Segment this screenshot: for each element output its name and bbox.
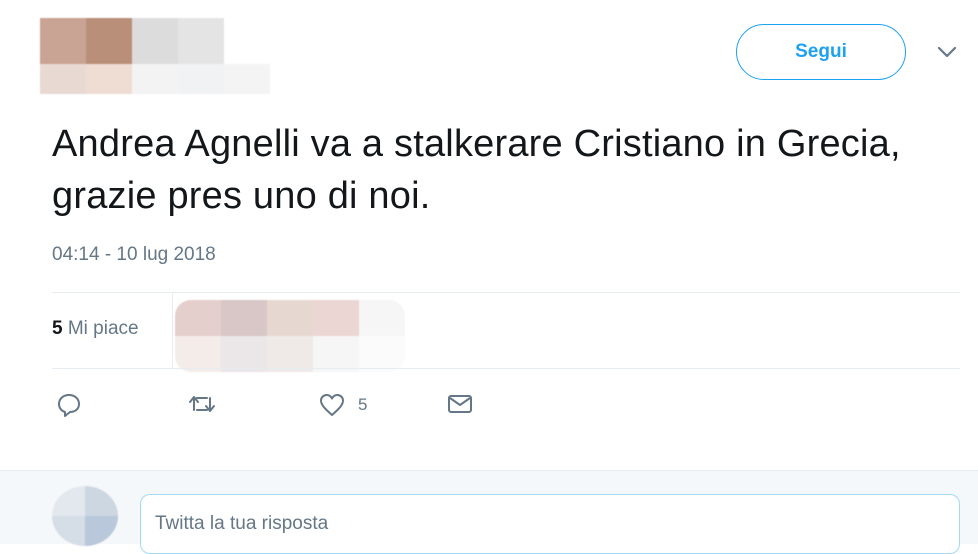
divider <box>52 292 960 293</box>
follow-button[interactable]: Segui <box>736 24 906 80</box>
tweet-card: Segui Andrea Agnelli va a stalkerare Cri… <box>0 0 978 470</box>
heart-icon <box>320 394 344 416</box>
tweet-text: Andrea Agnelli va a stalkerare Cristiano… <box>52 123 901 217</box>
likes-stat[interactable]: 5 Mi piace <box>52 318 139 340</box>
divider <box>52 368 960 369</box>
blurred-liker-avatars <box>175 300 405 372</box>
direct-message-button[interactable] <box>446 392 474 416</box>
like-button[interactable]: 5 <box>318 392 367 418</box>
blurred-reply-avatar <box>52 486 118 546</box>
vertical-divider <box>172 293 173 368</box>
like-count: 5 <box>358 395 368 414</box>
retweet-button[interactable] <box>188 392 216 416</box>
reply-input[interactable]: Twitta la tua risposta <box>140 494 960 554</box>
reply-button[interactable] <box>56 392 82 418</box>
blurred-user-header <box>40 18 270 94</box>
envelope-icon <box>448 395 472 413</box>
likes-count: 5 <box>52 318 63 339</box>
chevron-down-icon[interactable] <box>936 44 958 60</box>
tweet-timestamp[interactable]: 04:14 - 10 lug 2018 <box>52 244 216 266</box>
reply-icon <box>58 394 80 417</box>
likes-label: Mi piace <box>67 318 139 339</box>
retweet-icon <box>189 396 215 412</box>
